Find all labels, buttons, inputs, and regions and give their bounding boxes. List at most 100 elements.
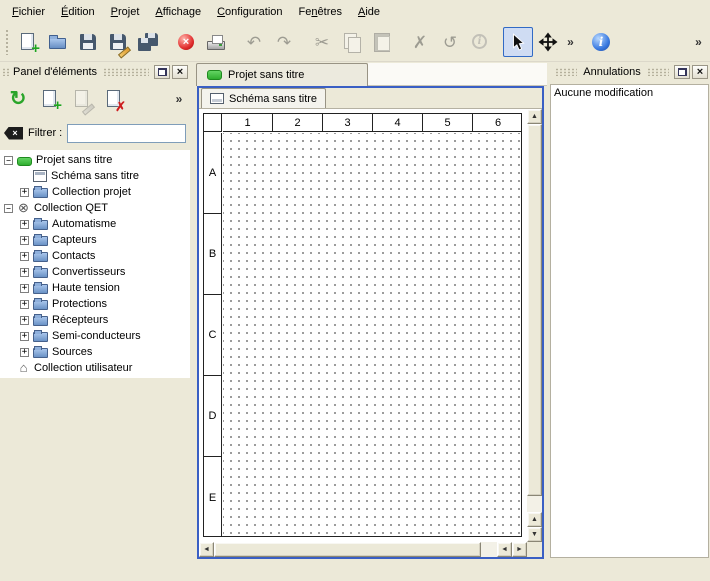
expand-icon[interactable] xyxy=(20,300,29,309)
elements-panel-header[interactable]: Panel d'éléments × xyxy=(2,64,188,80)
tree-item-collection-qet[interactable]: ⊗ Collection QET xyxy=(0,200,190,216)
redo-button[interactable]: ↷ xyxy=(269,27,299,57)
filter-input[interactable] xyxy=(67,124,186,143)
horizontal-scroll-thumb[interactable] xyxy=(214,542,481,557)
select-mode-button[interactable] xyxy=(503,27,533,57)
reload-collections-button[interactable]: ↻ xyxy=(4,85,32,113)
expand-icon[interactable] xyxy=(20,236,29,245)
menu-edition[interactable]: Édition xyxy=(53,3,103,21)
horizontal-scrollbar[interactable]: ◄ ◄ ► xyxy=(199,542,527,557)
schema-diagram[interactable]: 1 2 3 4 5 6 A B C D E xyxy=(203,113,522,537)
undo-button[interactable]: ↶ xyxy=(239,27,269,57)
menu-configuration[interactable]: Configuration xyxy=(209,3,290,21)
tree-item-semi-conducteurs[interactable]: Semi-conducteurs xyxy=(0,328,190,344)
paste-button[interactable] xyxy=(367,27,397,57)
menu-fichier[interactable]: Fichier xyxy=(4,3,53,21)
expand-icon[interactable] xyxy=(20,284,29,293)
scroll-right-button[interactable]: ► xyxy=(512,542,527,557)
float-panel-button[interactable] xyxy=(674,65,690,79)
dock-grip[interactable] xyxy=(647,68,669,76)
dock-grip[interactable] xyxy=(555,68,577,76)
close-panel-button[interactable]: × xyxy=(172,65,188,79)
expand-icon[interactable] xyxy=(20,268,29,277)
menu-fenetres[interactable]: Fenêtres xyxy=(291,3,350,21)
menu-projet[interactable]: Projet xyxy=(103,3,148,21)
toolbar-grip[interactable] xyxy=(5,29,9,55)
tree-item-contacts[interactable]: Contacts xyxy=(0,248,190,264)
pointer-icon xyxy=(509,33,527,51)
row-header: A xyxy=(204,133,221,214)
tree-item-collection-projet[interactable]: Collection projet xyxy=(0,184,190,200)
save-as-button[interactable] xyxy=(103,27,133,57)
tree-item-convertisseurs[interactable]: Convertisseurs xyxy=(0,264,190,280)
close-document-button[interactable]: × xyxy=(171,27,201,57)
vertical-scroll-thumb[interactable] xyxy=(527,124,542,496)
edit-element-icon xyxy=(71,88,93,110)
chevron-right-icon: » xyxy=(695,36,702,48)
tab-projet-sans-titre[interactable]: Projet sans titre xyxy=(196,63,368,86)
about-qet-button[interactable] xyxy=(586,27,616,57)
open-document-button[interactable] xyxy=(43,27,73,57)
tree-item-collection-utilisateur[interactable]: ⌂ Collection utilisateur xyxy=(0,360,190,376)
dock-grip[interactable] xyxy=(103,68,149,76)
pan-mode-button[interactable] xyxy=(533,27,563,57)
float-panel-button[interactable] xyxy=(154,65,170,79)
tree-item-sources[interactable]: Sources xyxy=(0,344,190,360)
column-header: 5 xyxy=(423,114,473,131)
panel-overflow-button[interactable]: » xyxy=(172,88,186,110)
edit-element-button[interactable] xyxy=(68,85,96,113)
collapse-icon[interactable] xyxy=(4,204,13,213)
expand-icon[interactable] xyxy=(20,188,29,197)
save-all-button[interactable] xyxy=(133,27,163,57)
scrollbar-corner xyxy=(527,542,542,557)
tree-item-capteurs[interactable]: Capteurs xyxy=(0,232,190,248)
expand-icon[interactable] xyxy=(20,252,29,261)
new-document-button[interactable]: + xyxy=(13,27,43,57)
tree-item-projet-sans-titre[interactable]: Projet sans titre xyxy=(0,152,190,168)
main-toolbar: + × ↶ xyxy=(0,23,710,62)
expand-icon[interactable] xyxy=(20,332,29,341)
new-element-button[interactable]: + xyxy=(36,85,64,113)
chevron-right-icon: » xyxy=(567,36,574,48)
delete-element-button[interactable]: ✗ xyxy=(100,85,128,113)
info-icon xyxy=(469,31,491,53)
element-info-button[interactable] xyxy=(465,27,495,57)
tree-item-automatisme[interactable]: Automatisme xyxy=(0,216,190,232)
diagram-grid-canvas[interactable] xyxy=(223,133,521,536)
filter-row: Filtrer : xyxy=(0,118,190,148)
expand-icon[interactable] xyxy=(20,316,29,325)
copy-button[interactable] xyxy=(337,27,367,57)
vertical-scrollbar[interactable]: ▲ ▲ ▼ xyxy=(527,109,542,542)
toolbar-overflow-button[interactable]: » xyxy=(563,27,578,57)
tree-item-protections[interactable]: Protections xyxy=(0,296,190,312)
tab-schema-sans-titre[interactable]: Schéma sans titre xyxy=(201,88,326,108)
undo-panel-header[interactable]: Annulations × xyxy=(552,64,708,80)
scroll-left-button[interactable]: ◄ xyxy=(199,542,214,557)
tree-item-schema-sans-titre[interactable]: Schéma sans titre xyxy=(0,168,190,184)
undo-list-item[interactable]: Aucune modification xyxy=(551,85,708,101)
menu-affichage[interactable]: Affichage xyxy=(147,3,209,21)
collapse-icon[interactable] xyxy=(4,156,13,165)
scroll-left-button[interactable]: ◄ xyxy=(497,542,512,557)
expand-icon[interactable] xyxy=(20,348,29,357)
rotate-button[interactable]: ↺ xyxy=(435,27,465,57)
toolbar-separator xyxy=(163,27,171,57)
scroll-down-button[interactable]: ▼ xyxy=(527,527,542,542)
schema-icon xyxy=(33,170,47,182)
dock-grip[interactable] xyxy=(2,68,10,76)
save-button[interactable] xyxy=(73,27,103,57)
tree-item-label: Projet sans titre xyxy=(36,154,112,166)
scroll-up-button[interactable]: ▲ xyxy=(527,109,542,124)
expand-icon[interactable] xyxy=(20,220,29,229)
toolbar-overflow-right-button[interactable]: » xyxy=(691,27,706,57)
tree-item-haute-tension[interactable]: Haute tension xyxy=(0,280,190,296)
scroll-up-button[interactable]: ▲ xyxy=(527,512,542,527)
delete-button[interactable]: ✗ xyxy=(405,27,435,57)
menu-aide[interactable]: Aide xyxy=(350,3,388,21)
cut-button[interactable]: ✂ xyxy=(307,27,337,57)
close-panel-button[interactable]: × xyxy=(692,65,708,79)
tree-item-label: Collection projet xyxy=(52,186,131,198)
clear-filter-button[interactable] xyxy=(4,127,23,140)
tree-item-recepteurs[interactable]: Récepteurs xyxy=(0,312,190,328)
print-button[interactable] xyxy=(201,27,231,57)
